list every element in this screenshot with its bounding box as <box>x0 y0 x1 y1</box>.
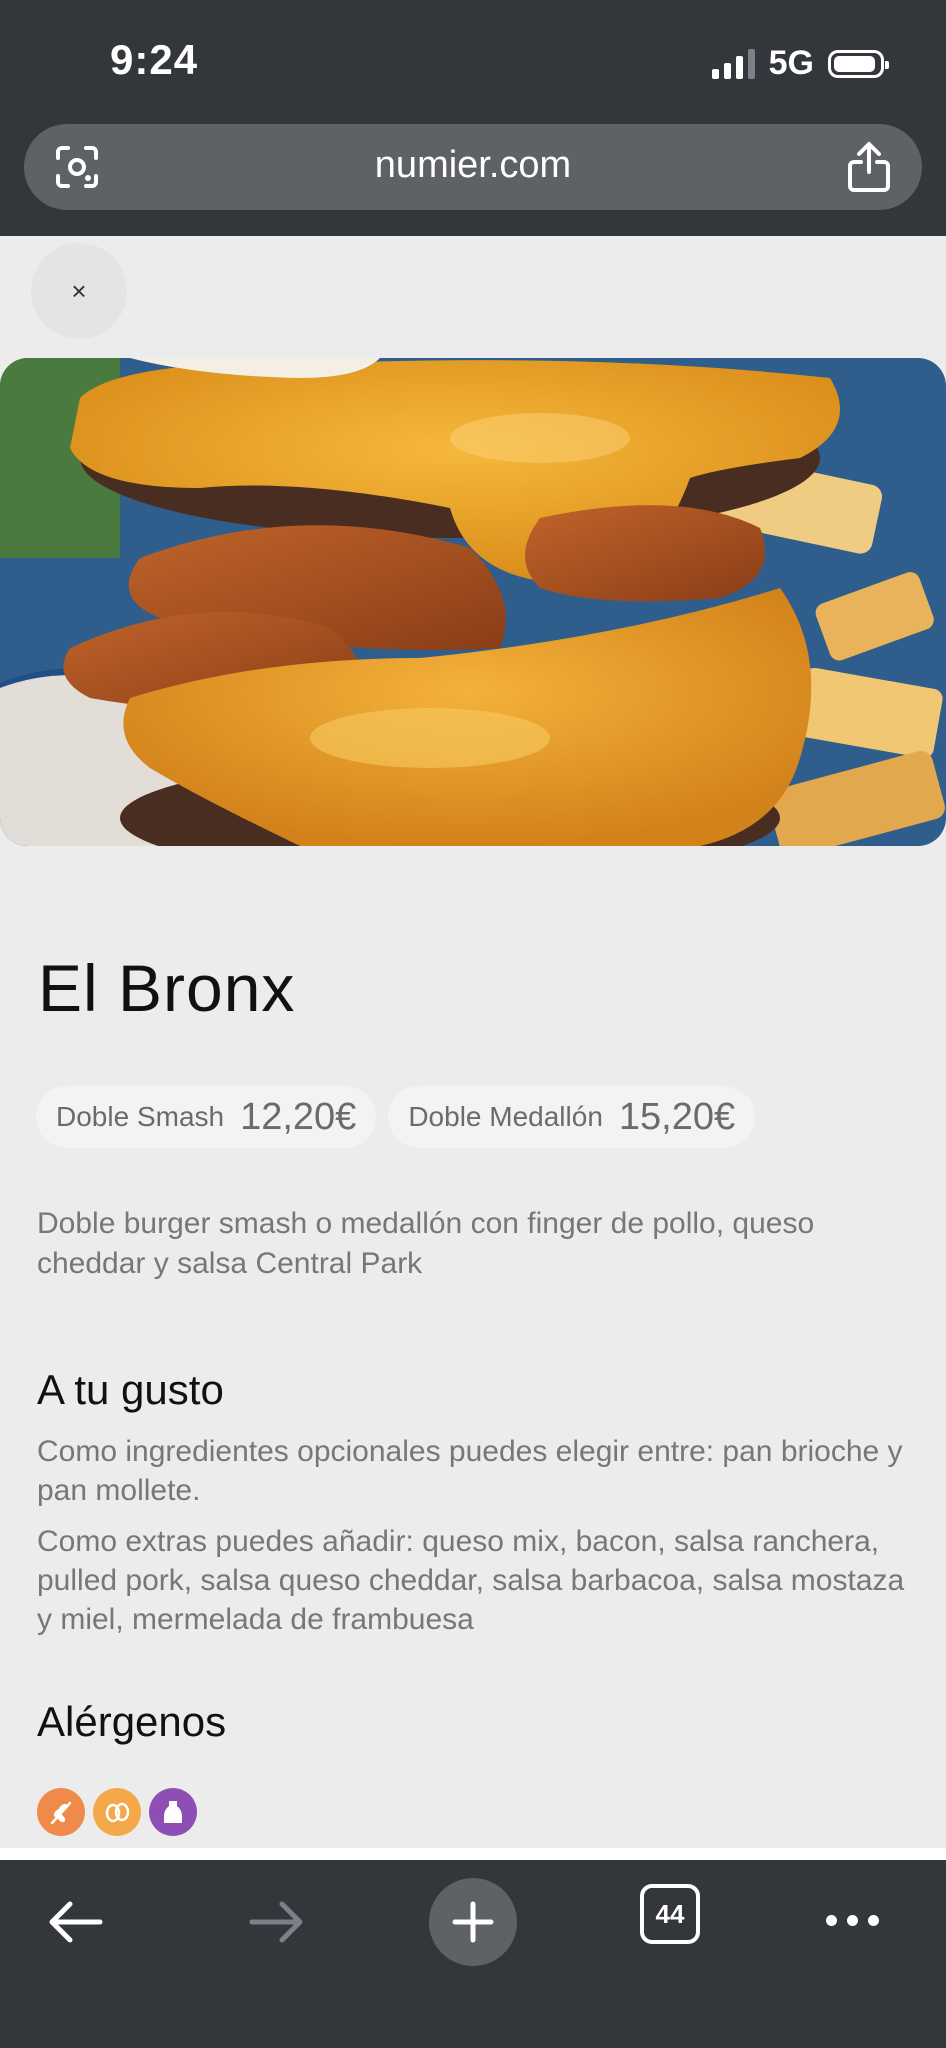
back-button[interactable] <box>44 1890 108 1954</box>
share-icon[interactable] <box>844 140 894 194</box>
more-dots-icon <box>825 1914 837 1926</box>
price-option-value: 12,20€ <box>240 1095 357 1138</box>
more-menu-button[interactable] <box>820 1900 884 1940</box>
open-tabs-count: 44 <box>655 1898 685 1929</box>
browser-toolbar: 44 <box>0 1860 946 2048</box>
battery-icon <box>828 49 889 78</box>
forward-arrow-icon <box>249 1901 303 1943</box>
signal-icon <box>711 48 755 79</box>
address-bar[interactable]: numier.com <box>24 124 922 210</box>
close-icon: × <box>71 275 87 306</box>
product-description: Doble burger smash o medallón con finger… <box>37 1207 815 1280</box>
optional-ingredients-text: Como ingredientes opcionales puedes eleg… <box>37 1435 903 1507</box>
price-option-doble-medallon[interactable]: Doble Medallón 15,20€ <box>388 1086 756 1148</box>
status-time: 9:24 <box>110 36 199 83</box>
tab-switcher-button[interactable]: 44 <box>640 1884 700 1944</box>
gluten-icon <box>37 1788 85 1836</box>
dairy-icon <box>149 1788 197 1836</box>
url-text: numier.com <box>374 144 572 186</box>
price-option-value: 15,20€ <box>618 1095 736 1138</box>
allergens-title: Alérgenos <box>37 1698 227 1745</box>
page-bottom-edge <box>0 1848 946 1860</box>
product-image <box>0 358 946 846</box>
price-option-doble-smash[interactable]: Doble Smash 12,20€ <box>36 1086 377 1148</box>
price-options: Doble Smash 12,20€ Doble Medallón 15,20€ <box>36 1086 756 1148</box>
price-option-label: Doble Medallón <box>408 1101 603 1132</box>
new-tab-button[interactable] <box>429 1878 517 1966</box>
allergens-list <box>37 1788 197 1836</box>
extras-text: Como extras puedes añadir: queso mix, ba… <box>37 1525 905 1636</box>
status-indicators: 5G <box>711 44 889 83</box>
close-button[interactable]: × <box>31 243 127 339</box>
customize-title: A tu gusto <box>37 1366 224 1413</box>
back-arrow-icon <box>49 1901 103 1943</box>
product-title: El Bronx <box>38 951 296 1025</box>
network-type: 5G <box>768 44 814 82</box>
browser-top-chrome: 9:24 5G numier.com <box>0 0 946 236</box>
price-option-label: Doble Smash <box>56 1101 225 1132</box>
plus-icon <box>452 1901 494 1943</box>
forward-button[interactable] <box>244 1890 308 1954</box>
egg-icon <box>93 1788 141 1836</box>
